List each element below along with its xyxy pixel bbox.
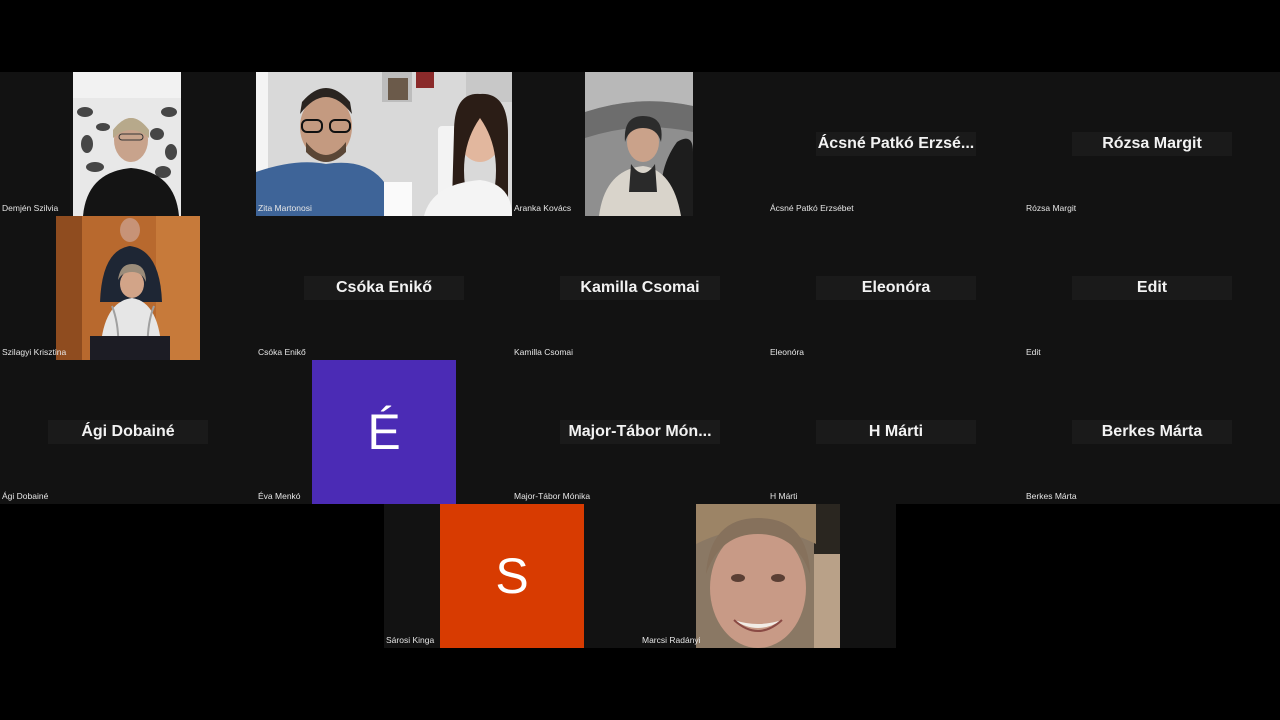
participant-tile-eva-menko[interactable]: É Éva Menkó — [256, 360, 512, 504]
participant-name-label: Marcsi Radányi — [642, 635, 701, 645]
participant-name-label: Rózsa Margit — [1026, 203, 1077, 213]
participant-name-label: Aranka Kovács — [514, 203, 572, 213]
participant-tile-berkes-marta[interactable]: Berkes Márta Berkes Márta — [1024, 360, 1280, 504]
participant-tile-rozsa-margit[interactable]: Rózsa Margit Rózsa Margit — [1024, 72, 1280, 216]
participant-name-label: Csóka Enikő — [258, 347, 306, 357]
participant-video — [696, 504, 840, 648]
participant-tile-szilagyi-krisztina[interactable]: Szilagyi Krisztina — [0, 216, 256, 360]
participant-tile-sarosi-kinga[interactable]: S Sárosi Kinga — [384, 504, 640, 648]
participant-tile-marcsi-radanyi[interactable]: Marcsi Radányi — [640, 504, 896, 648]
participant-name-placeholder: Edit — [1072, 276, 1232, 300]
participant-name-placeholder: Ági Dobainé — [48, 420, 208, 444]
participant-tile-zita-martonosi[interactable]: Zita Martonosi — [256, 72, 512, 216]
participant-video — [585, 72, 693, 216]
participant-avatar: É — [312, 360, 456, 504]
participant-video — [56, 216, 200, 360]
participant-tile-edit[interactable]: Edit Edit — [1024, 216, 1280, 360]
participant-name-label: Szilagyi Krisztina — [2, 347, 67, 357]
participant-name-label: H Márti — [770, 491, 798, 501]
participant-name-placeholder: Csóka Enikő — [304, 276, 464, 300]
participant-tile-kamilla-csomai[interactable]: Kamilla Csomai Kamilla Csomai — [512, 216, 768, 360]
participant-video — [256, 72, 512, 216]
participant-name-label: Berkes Márta — [1026, 491, 1077, 501]
participant-tile-eleonora[interactable]: Eleonóra Eleonóra — [768, 216, 1024, 360]
participant-name-label: Éva Menkó — [258, 491, 301, 501]
participant-name-label: Zita Martonosi — [258, 203, 312, 213]
participant-name-placeholder: Berkes Márta — [1072, 420, 1232, 444]
participant-name-label: Edit — [1026, 347, 1041, 357]
participant-avatar: S — [440, 504, 584, 648]
participant-name-placeholder: Kamilla Csomai — [560, 276, 720, 300]
participant-name-label: Ácsné Patkó Erzsébet — [770, 203, 854, 213]
participant-name-label: Eleonóra — [770, 347, 805, 357]
participant-video — [73, 72, 181, 216]
participant-tile-agi-dobaine[interactable]: Ági Dobainé Ági Dobainé — [0, 360, 256, 504]
participant-name-label: Demjén Szilvia — [2, 203, 59, 213]
participant-tile-csoka-eniko[interactable]: Csóka Enikő Csóka Enikő — [256, 216, 512, 360]
participant-name-label: Ági Dobainé — [2, 491, 49, 501]
participant-tile-acsne-patko-erzsebet[interactable]: Ácsné Patkó Erzsé... Ácsné Patkó Erzsébe… — [768, 72, 1024, 216]
participant-name-placeholder: Major-Tábor Món... — [560, 420, 720, 444]
participant-tile-aranka-kovacs[interactable]: Aranka Kovács — [512, 72, 768, 216]
participant-name-placeholder: Eleonóra — [816, 276, 976, 300]
participant-tile-h-marti[interactable]: H Márti H Márti — [768, 360, 1024, 504]
participant-tile-demjen-szilvia[interactable]: Demjén Szilvia — [0, 72, 256, 216]
video-meeting-gallery: Demjén Szilvia Zita Martonosi Aranka Kov… — [0, 0, 1280, 720]
participant-tile-major-tabor-monika[interactable]: Major-Tábor Món... Major-Tábor Mónika — [512, 360, 768, 504]
participant-name-placeholder: Ácsné Patkó Erzsé... — [816, 132, 976, 156]
participant-name-label: Sárosi Kinga — [386, 635, 435, 645]
participant-name-placeholder: Rózsa Margit — [1072, 132, 1232, 156]
participant-name-label: Kamilla Csomai — [514, 347, 574, 357]
participant-name-label: Major-Tábor Mónika — [514, 491, 591, 501]
participant-name-placeholder: H Márti — [816, 420, 976, 444]
